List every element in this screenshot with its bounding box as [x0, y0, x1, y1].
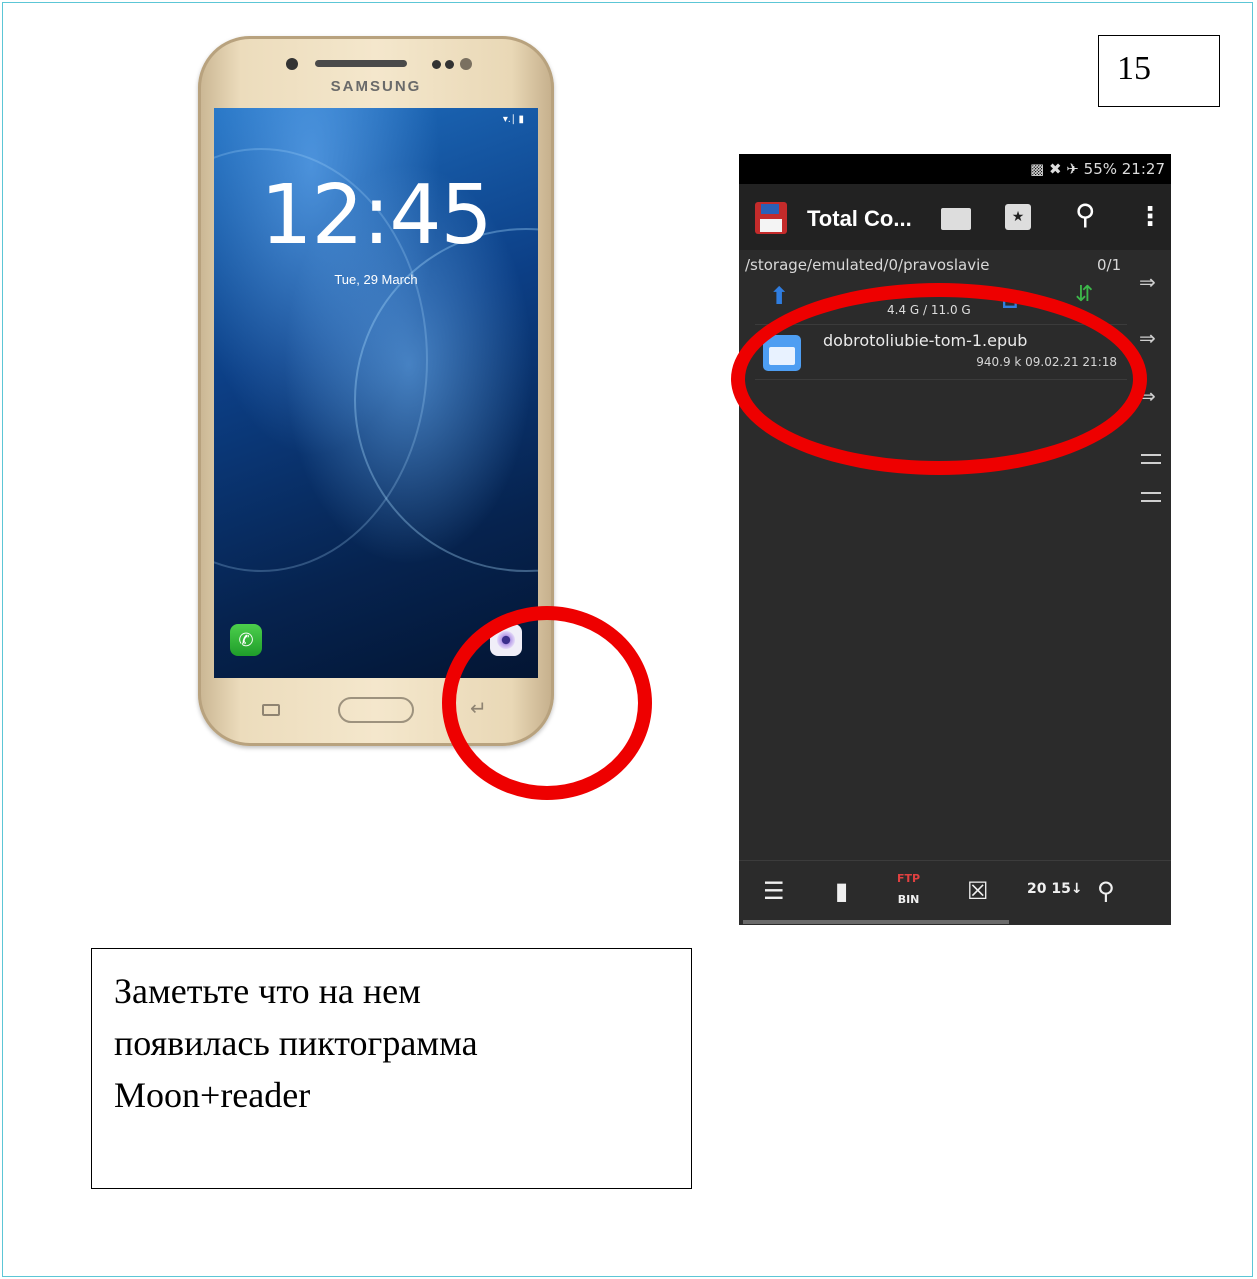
arrow-right-icon[interactable]: ⇒ — [1139, 326, 1156, 350]
sensor — [445, 60, 454, 69]
up-folder-icon[interactable]: ⬆ — [769, 282, 789, 310]
scroll-indicator — [743, 920, 1009, 924]
selection-count: 0/1 — [1097, 256, 1122, 274]
folder-icon[interactable] — [941, 208, 971, 230]
lock-clock: 12:45 — [260, 168, 492, 263]
magnifier-icon[interactable]: ⚲ — [1097, 877, 1115, 905]
highlight-circle — [442, 606, 652, 800]
lock-date: Tue, 29 March — [334, 272, 418, 287]
note-line: появилась пиктограмма — [114, 1023, 478, 1063]
sensor — [432, 60, 441, 69]
cast-mute-airplane-icons: ▩ ✖ ✈ — [1030, 160, 1084, 178]
copy-panel-icon[interactable]: ⇵ — [1075, 282, 1093, 307]
front-camera — [286, 58, 298, 70]
bottom-toolbar: ☰ ▮ FTP BIN ☒ 20 15↓ ⚲ — [739, 860, 1171, 925]
home-button[interactable] — [338, 697, 414, 723]
phone-brand: SAMSUNG — [330, 78, 422, 95]
note-box: Заметьте что на нем появилась пиктограмм… — [91, 948, 692, 1189]
sort-label: 20 15 — [1027, 881, 1071, 897]
sensor — [460, 58, 472, 70]
sort-icon[interactable]: 20 15↓ — [1027, 881, 1083, 897]
android-status-bar: ▩ ✖ ✈ 55% 21:27 — [739, 154, 1171, 184]
earpiece-speaker — [315, 60, 407, 67]
bookmark-icon[interactable]: ★ — [1005, 204, 1031, 230]
note-line: Заметьте что на нем — [114, 971, 421, 1011]
ftp-label: FTP — [897, 872, 921, 885]
signal-battery-icon: ▾.∣ ▮ — [502, 114, 524, 125]
highlight-circle — [731, 283, 1147, 475]
arrow-right-icon[interactable]: ⇒ — [1139, 270, 1156, 294]
equals-icon[interactable] — [1141, 492, 1161, 502]
status-text: 55% 21:27 — [1083, 160, 1165, 178]
overflow-menu-icon[interactable]: ⋮ — [1137, 202, 1163, 232]
select-list-icon[interactable]: ☰ — [763, 877, 785, 905]
app-title: Total Co... — [807, 206, 912, 231]
floppy-disk-icon — [755, 202, 787, 234]
page-number: 15 — [1098, 35, 1220, 107]
current-path[interactable]: /storage/emulated/0/pravoslavie — [745, 256, 989, 274]
note-line: Moon+reader — [114, 1075, 311, 1115]
new-file-icon[interactable]: ▮ — [835, 877, 848, 905]
delete-icon[interactable]: ☒ — [967, 877, 989, 905]
app-toolbar: Total Co... ★ ⚲ ⋮ — [739, 184, 1171, 250]
phone-call-icon[interactable]: ✆ — [230, 624, 262, 656]
lock-screen: ▾.∣ ▮ 12:45 Tue, 29 March ✆ — [214, 108, 538, 678]
total-commander-screen: ▩ ✖ ✈ 55% 21:27 Total Co... ★ ⚲ ⋮ /stora… — [739, 154, 1171, 925]
equals-icon[interactable] — [1141, 454, 1161, 464]
bin-label: BIN — [897, 893, 920, 906]
recents-key-icon[interactable] — [262, 704, 280, 716]
ftp-bin-icon[interactable]: FTP BIN — [897, 873, 920, 905]
search-icon[interactable]: ⚲ — [1075, 198, 1096, 231]
